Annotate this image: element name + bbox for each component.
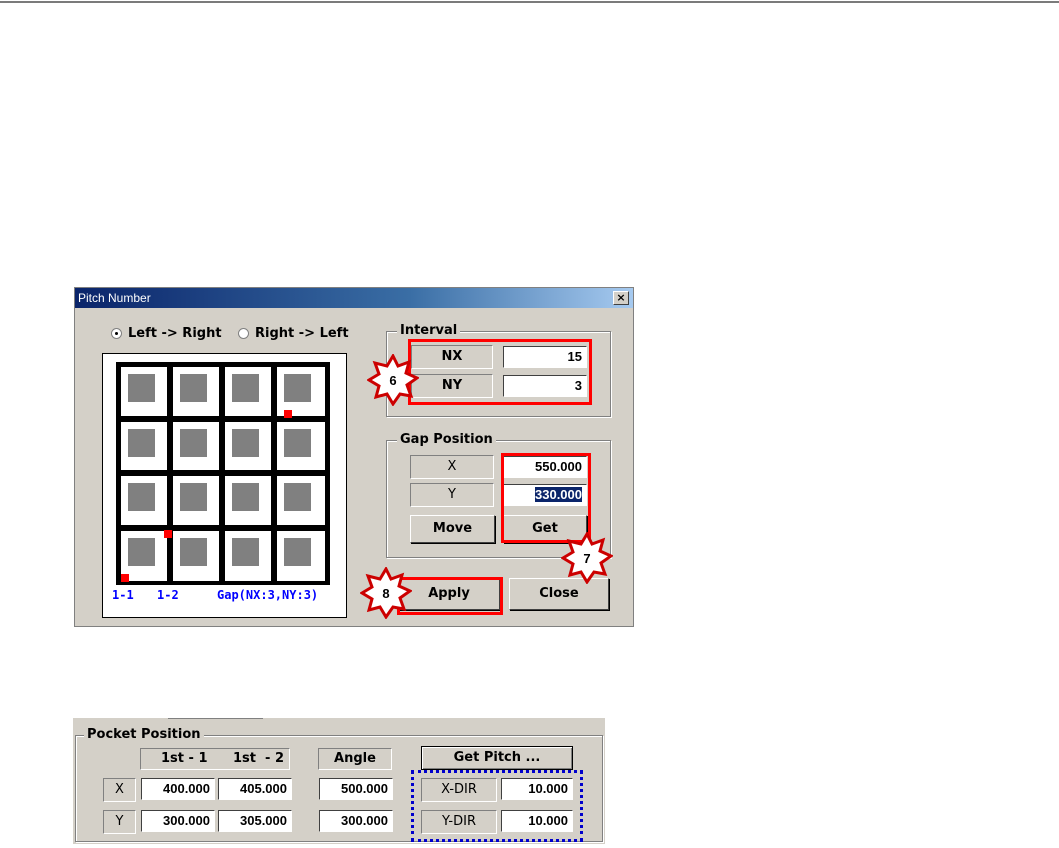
grid-cell (221, 472, 275, 529)
angle-y-input[interactable]: 300.000 (319, 810, 393, 832)
callout-7-label: 7 (583, 551, 590, 566)
y-1st-1-input[interactable]: 300.000 (141, 810, 215, 832)
grid-cell (273, 472, 329, 529)
gap-position-group-title: Gap Position (397, 432, 496, 447)
grid-cell (273, 418, 329, 474)
grid-cell (169, 472, 223, 529)
col-1st-2-label: 1st - 2 (233, 751, 285, 766)
top-rule (0, 1, 1059, 3)
grid-cell (221, 418, 275, 474)
grid-cell (273, 363, 329, 420)
angle-x-input[interactable]: 500.000 (319, 778, 393, 800)
grid-label-1-1: 1-1 (112, 588, 134, 602)
grid-cell (221, 527, 275, 585)
interval-highlight-frame (408, 339, 592, 405)
pocket-x-label: X (103, 778, 136, 802)
radio-unselected-icon (238, 328, 249, 339)
radio-selected-icon (111, 328, 122, 339)
grid-cell (273, 527, 329, 585)
pocket-y-label: Y (103, 810, 136, 834)
move-button[interactable]: Move (410, 515, 495, 543)
get-pitch-button[interactable]: Get Pitch ... (421, 746, 573, 770)
grid-cell (117, 418, 171, 474)
grid-cell (169, 363, 223, 420)
radio-right-left[interactable]: Right -> Left (238, 326, 349, 341)
grid-label-gap: Gap(NX:3,NY:3) (217, 588, 319, 602)
grid-cell (169, 527, 223, 585)
grid-cell (221, 363, 275, 420)
radio-right-left-label: Right -> Left (255, 326, 349, 341)
apply-highlight-frame (397, 577, 503, 615)
angle-label: Angle (318, 748, 392, 770)
dialog-title: Pitch Number (78, 291, 151, 305)
gap-highlight-frame (501, 453, 591, 543)
y-1st-2-input[interactable]: 305.000 (218, 810, 292, 832)
radio-left-right[interactable]: Left -> Right (111, 326, 222, 341)
radio-left-right-label: Left -> Right (128, 326, 222, 341)
x-1st-1-input[interactable]: 400.000 (141, 778, 215, 800)
pocket-top-tab-edge (168, 718, 263, 722)
callout-6-icon: 6 (367, 354, 419, 406)
interval-group-title: Interval (397, 323, 461, 338)
grid-cell (169, 418, 223, 474)
callout-8-label: 8 (382, 586, 389, 601)
grid-cell (117, 363, 171, 420)
col-1st-1-label: 1st - 1 (161, 751, 208, 766)
pocket-position-title: Pocket Position (84, 727, 204, 742)
grid-label-1-2: 1-2 (157, 588, 179, 602)
grid-cell (117, 472, 171, 529)
callout-7-icon: 7 (561, 532, 613, 584)
pitch-dir-highlight-frame (411, 770, 583, 842)
pitch-grid-preview: 1-1 1-2 Gap(NX:3,NY:3) (102, 353, 347, 618)
gap-marker-dot (284, 410, 292, 418)
callout-8-icon: 8 (360, 567, 412, 619)
gap-y-label: Y (410, 483, 494, 507)
close-icon[interactable]: × (613, 291, 629, 305)
gap-x-label: X (410, 455, 494, 479)
callout-6-label: 6 (389, 373, 396, 388)
origin-marker-dot (121, 574, 129, 582)
pitch-marker-dot (164, 530, 172, 538)
pocket-position-panel: Pocket Position 1st - 1 1st - 2 Angle Ge… (73, 718, 605, 844)
pitch-number-dialog: Pitch Number × Left -> Right Right -> Le… (74, 287, 634, 627)
dialog-titlebar[interactable]: Pitch Number × (75, 288, 633, 308)
x-1st-2-input[interactable]: 405.000 (218, 778, 292, 800)
